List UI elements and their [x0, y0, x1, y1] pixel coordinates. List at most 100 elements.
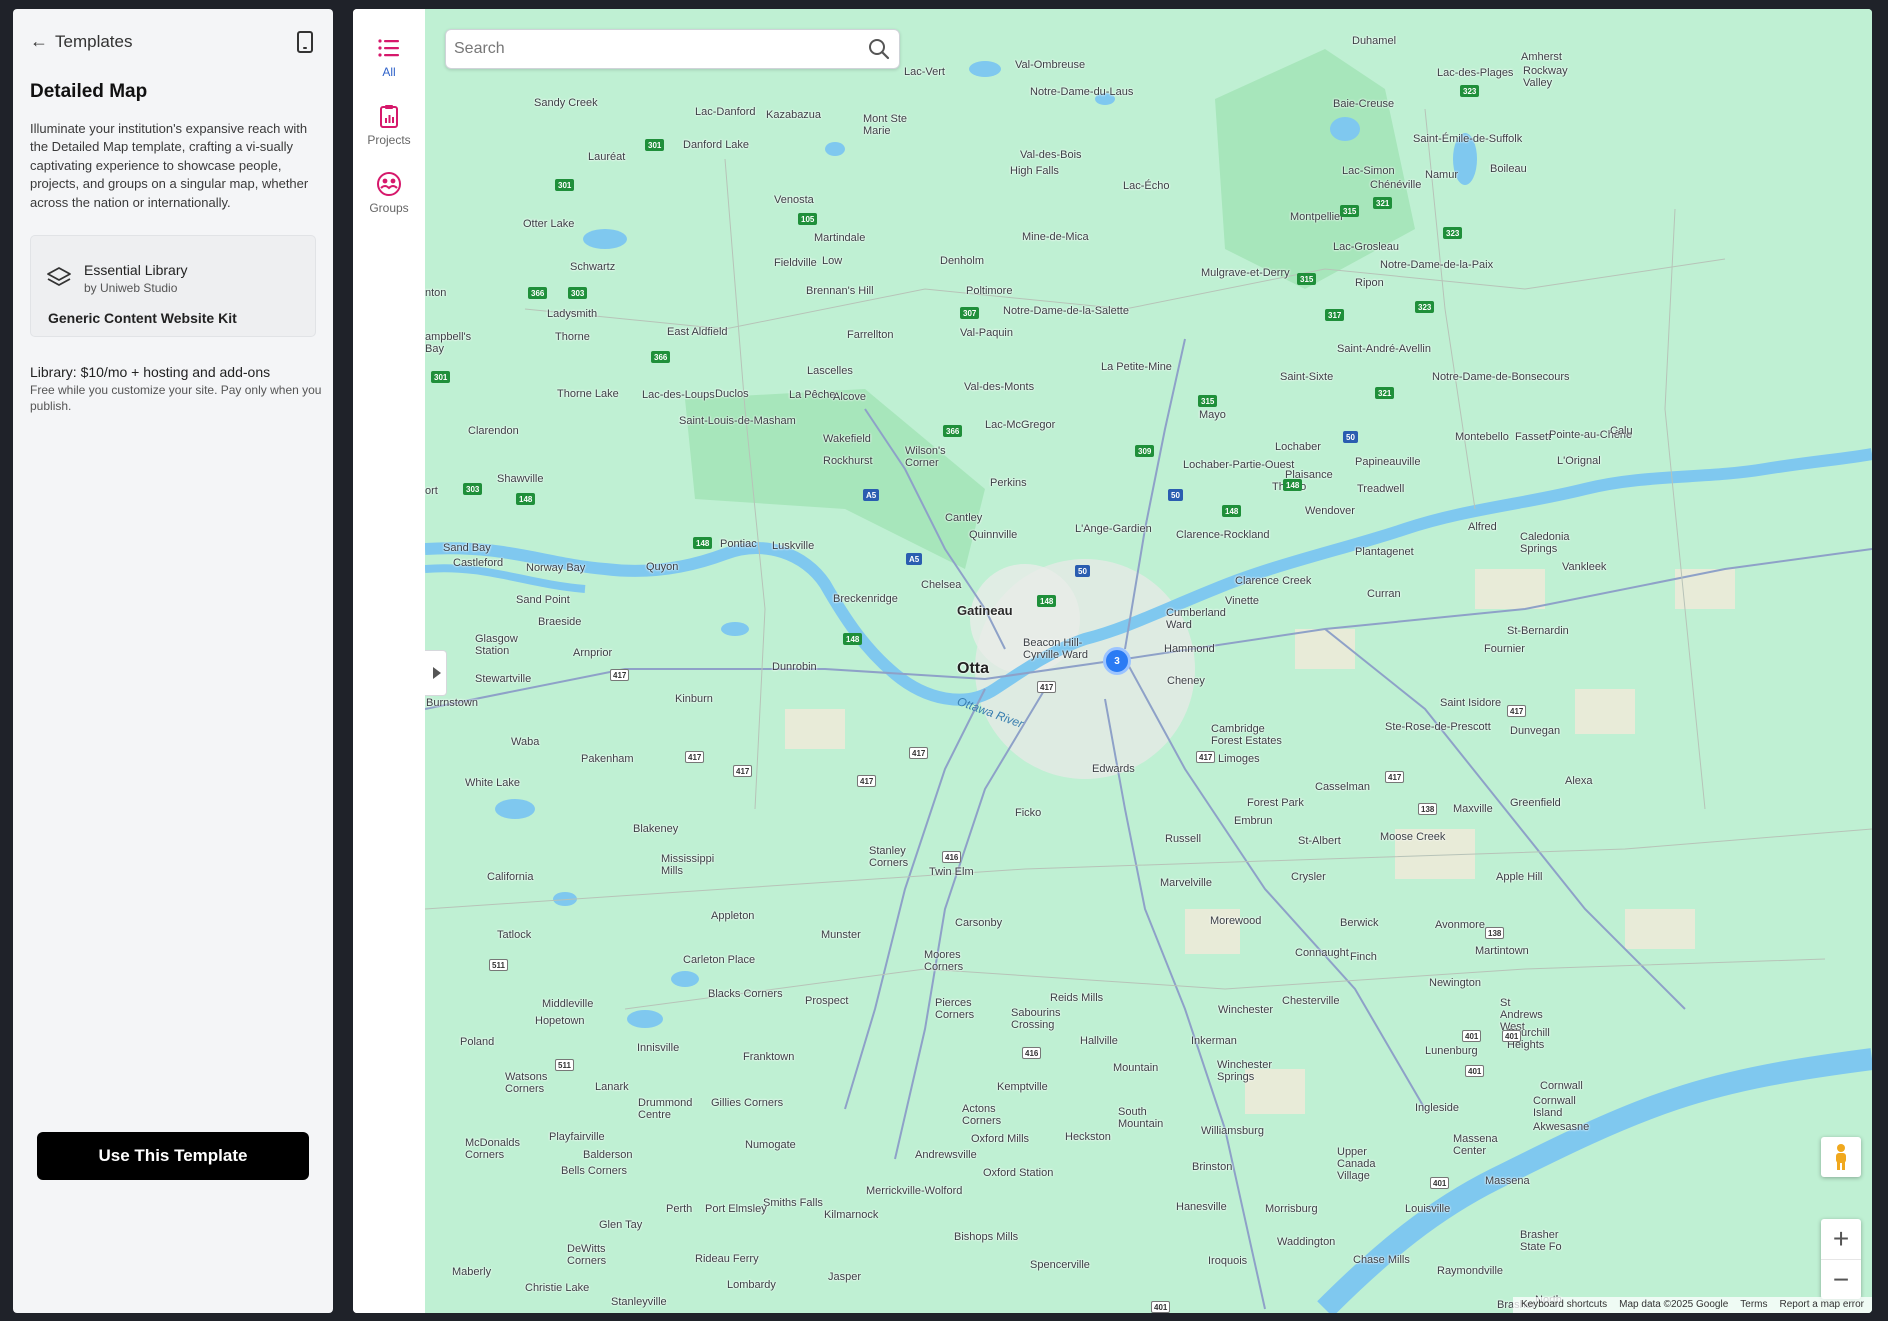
category-groups[interactable]: Groups	[353, 171, 425, 215]
category-projects[interactable]: Projects	[353, 103, 425, 147]
map-cluster-marker[interactable]: 3	[1103, 647, 1131, 675]
place-martindale: Martindale	[814, 232, 866, 244]
place-amherst: Amherst	[1521, 51, 1562, 63]
back-to-templates-link[interactable]: ← Templates	[30, 31, 132, 52]
back-link-label: Templates	[55, 31, 133, 51]
place-lac-danford: Lac-Danford	[695, 106, 756, 118]
place-moores-corners: Moores Corners	[924, 949, 964, 973]
layers-icon	[47, 267, 71, 286]
route-shield: 417	[1385, 771, 1405, 783]
place-sandy-creek: Sandy Creek	[534, 97, 598, 109]
place-gillies-corners: Gillies Corners	[711, 1097, 784, 1109]
place-ficko: Ficko	[1015, 807, 1042, 819]
route-shield: 315	[1198, 395, 1218, 407]
route-shield: 317	[1325, 309, 1345, 321]
place-lascelles: Lascelles	[807, 365, 853, 377]
library-name: Essential Library	[84, 262, 188, 278]
place-crysler: Crysler	[1291, 871, 1326, 883]
report-map-error-link[interactable]: Report a map error	[1780, 1299, 1864, 1311]
street-view-pegman[interactable]	[1821, 1137, 1861, 1177]
route-shield: 315	[1297, 273, 1317, 285]
place-la-petite-mine: La Petite-Mine	[1101, 361, 1172, 373]
use-template-button[interactable]: Use This Template	[37, 1132, 309, 1180]
mobile-preview-icon[interactable]	[297, 31, 313, 53]
place-alexandria: Alexa	[1565, 775, 1593, 787]
zoom-out-button[interactable]: −	[1821, 1259, 1861, 1299]
place-quyon: Quyon	[646, 561, 679, 573]
route-shield: 401	[1502, 1030, 1522, 1042]
route-shield: 50	[1075, 565, 1090, 577]
map-canvas[interactable]: Otta Gatineau Beacon Hill-Cyrville Ward …	[425, 9, 1872, 1313]
place-kemptville: Kemptville	[997, 1081, 1048, 1093]
place-winchester: Winchester	[1218, 1004, 1274, 1016]
route-shield: 417	[1196, 751, 1216, 763]
place-embrun: Embrun	[1234, 815, 1273, 827]
place-marvelville: Marvelville	[1160, 877, 1212, 889]
place-cumberland-ward: Cumberland Ward	[1166, 607, 1226, 631]
place-saint-emile-de-suffolk: Saint-Émile-de-Suffolk	[1413, 133, 1523, 145]
place-otter-lake: Otter Lake	[523, 218, 575, 230]
category-all-label: All	[382, 65, 396, 79]
place-castleford: Castleford	[453, 557, 504, 569]
place-alcove: Alcove	[833, 391, 867, 403]
route-shield: 366	[528, 287, 548, 299]
place-vankleek: Vankleek	[1562, 561, 1607, 573]
place-white-lake: White Lake	[465, 777, 521, 789]
expand-panel-button[interactable]	[425, 650, 447, 696]
place-moose-creek: Moose Creek	[1380, 831, 1446, 843]
place-massena-center: Massena Center	[1453, 1133, 1498, 1157]
place-namur: Namur	[1425, 169, 1459, 181]
place-williamsburg: Williamsburg	[1201, 1125, 1264, 1137]
place-st-albert: St-Albert	[1298, 835, 1341, 847]
category-all[interactable]: All	[353, 35, 425, 79]
place-stewartville: Stewartville	[475, 673, 532, 685]
place-poltimore: Poltimore	[966, 285, 1013, 297]
route-shield: 315	[1340, 205, 1360, 217]
place-lac-echo: Lac-Écho	[1123, 180, 1170, 192]
place-edwards: Edwards	[1092, 763, 1135, 775]
place-casselman: Casselman	[1315, 781, 1371, 793]
zoom-controls: + −	[1821, 1219, 1861, 1299]
place-appleton: Appleton	[711, 910, 755, 922]
place-dewitts-corners: DeWitts Corners	[567, 1243, 607, 1267]
route-shield: 366	[651, 351, 671, 363]
place-notre-dame-de-la-paix: Notre-Dame-de-la-Paix	[1380, 259, 1494, 271]
place-prospect: Prospect	[805, 995, 849, 1007]
place-treadwell: Treadwell	[1357, 483, 1405, 495]
place-nd-du-laus: Notre-Dame-du-Laus	[1030, 86, 1134, 98]
library-card[interactable]: Essential Library by Uniweb Studio Gener…	[30, 235, 316, 337]
place-fort-edge: ort	[425, 485, 438, 497]
place-carleton-place: Carleton Place	[683, 954, 756, 966]
place-winchester-springs: Winchester Springs	[1217, 1059, 1273, 1083]
terms-link[interactable]: Terms	[1740, 1299, 1767, 1311]
route-shield: 417	[685, 751, 705, 763]
category-rail: All Projects Groups	[353, 9, 425, 1313]
route-shield: 50	[1343, 431, 1358, 443]
search-icon[interactable]	[868, 38, 890, 60]
place-bishops-mills: Bishops Mills	[954, 1231, 1019, 1243]
place-ste-rose-de-prescott: Ste-Rose-de-Prescott	[1385, 721, 1491, 733]
place-reids-mills: Reids Mills	[1050, 992, 1104, 1004]
place-spencerville: Spencerville	[1030, 1259, 1090, 1271]
place-morrisburg: Morrisburg	[1265, 1203, 1318, 1215]
route-shield: 416	[942, 851, 962, 863]
place-hopetown: Hopetown	[535, 1015, 585, 1027]
template-preview-panel: All Projects Groups Otta Gatineau Beacon…	[353, 9, 1872, 1313]
place-alfred: Alfred	[1468, 521, 1497, 533]
place-beacon-hill: Beacon Hill-Cyrville Ward	[1023, 637, 1088, 661]
place-port-elmsley: Port Elmsley	[705, 1203, 767, 1215]
place-vinette: Vinette	[1225, 595, 1260, 607]
place-ladysmith: Ladysmith	[547, 308, 598, 320]
route-shield: 301	[645, 139, 665, 151]
zoom-in-button[interactable]: +	[1821, 1219, 1861, 1259]
place-low: Low	[822, 255, 843, 267]
map-search-input[interactable]	[454, 36, 844, 62]
keyboard-shortcuts-link[interactable]: Keyboard shortcuts	[1521, 1299, 1607, 1311]
place-baie-creuse: Baie-Creuse	[1333, 98, 1395, 110]
place-cambridge-forest-estates: Cambridge Forest Estates	[1211, 723, 1282, 747]
place-hammond: Hammond	[1164, 643, 1215, 655]
place-carsonby: Carsonby	[955, 917, 1003, 929]
place-raymondville: Raymondville	[1437, 1265, 1504, 1277]
place-lange-gardien: L'Ange-Gardien	[1075, 523, 1152, 535]
place-east-aldfield: East Aldfield	[667, 326, 728, 338]
